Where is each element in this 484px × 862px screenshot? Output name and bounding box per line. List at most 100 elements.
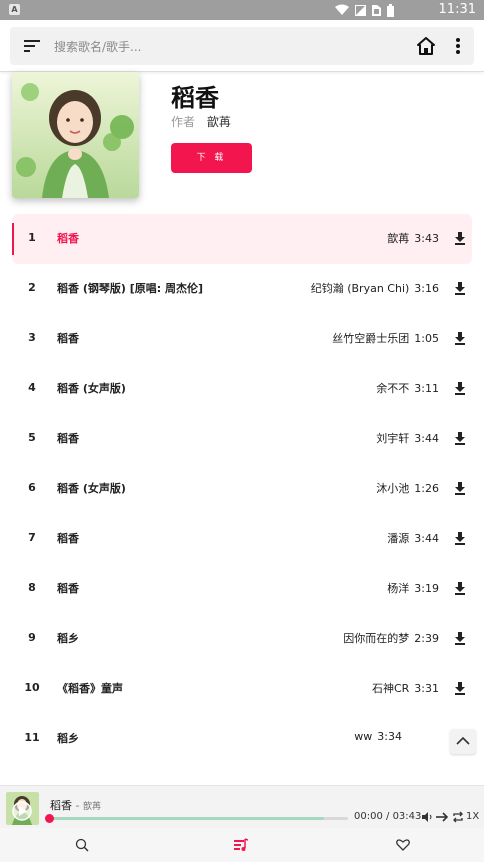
mini-player[interactable]: 稻香 - 歆苒 00:00 / 03:43 1X	[0, 785, 484, 828]
search-bar[interactable]: 搜索歌名/歌手...	[10, 27, 474, 65]
song-artist: ww	[354, 730, 373, 743]
heart-icon[interactable]	[396, 838, 410, 852]
now-playing-separator: -	[72, 799, 83, 812]
more-vertical-icon[interactable]	[450, 37, 466, 55]
song-index: 7	[28, 531, 36, 544]
song-artist: 歆苒	[387, 232, 410, 245]
download-icon[interactable]	[454, 232, 466, 245]
search-header: 搜索歌名/歌手...	[0, 20, 484, 72]
song-index: 4	[28, 381, 36, 394]
song-title: 稻香 (女声版)	[57, 482, 126, 495]
download-icon[interactable]	[454, 382, 466, 395]
song-index: 2	[28, 281, 36, 294]
song-title: 稻香	[57, 582, 79, 595]
download-icon[interactable]	[454, 482, 466, 495]
now-playing: 稻香 - 歆苒	[50, 797, 101, 813]
song-title: 稻乡	[57, 732, 79, 745]
player-cover-image[interactable]	[6, 792, 39, 825]
song-index: 10	[24, 681, 40, 694]
author-line: 作者 歆苒	[171, 113, 231, 130]
download-icon[interactable]	[454, 532, 466, 545]
download-icon[interactable]	[454, 582, 466, 595]
now-playing-artist: 歆苒	[82, 802, 101, 812]
song-row[interactable]: 7 稻香 潘源 3:44	[12, 514, 472, 564]
song-duration: 3:11	[414, 382, 439, 395]
song-row[interactable]: 3 稻香 丝竹空爵士乐团 1:05	[12, 314, 472, 364]
song-artist: 杨洋	[387, 582, 410, 595]
song-index: 1	[28, 231, 36, 244]
download-icon[interactable]	[454, 332, 466, 345]
song-duration: 3:31	[414, 682, 439, 695]
song-row[interactable]: 11 稻乡 ww 3:34	[12, 714, 472, 764]
song-title: 稻香	[57, 232, 79, 245]
song-artist: 沐小池	[376, 482, 410, 495]
song-duration: 3:44	[414, 432, 439, 445]
progress-bar[interactable]	[45, 814, 348, 823]
song-artist: 潘源	[387, 532, 410, 545]
song-row[interactable]: 4 稻香 (女声版) 余不不 3:11	[12, 364, 472, 414]
song-artist: 纪钧瀚 (Bryan Chi)	[310, 282, 410, 295]
song-row[interactable]: 5 稻香 刘宇轩 3:44	[12, 414, 472, 464]
playlist-icon[interactable]	[234, 838, 248, 852]
song-duration: 3:16	[414, 282, 439, 295]
sim-icon	[372, 5, 381, 16]
song-artist: 石神CR	[371, 682, 410, 695]
song-list: 1 稻香 歆苒 3:43 2 稻香 (钢琴版) [原唱: 周杰伦] 纪钧瀚 (Br…	[12, 214, 472, 764]
song-row[interactable]: 1 稻香 歆苒 3:43	[12, 214, 472, 264]
song-row[interactable]: 10 《稻香》童声 石神CR 3:31	[12, 664, 472, 714]
download-button[interactable]: 下 载	[171, 143, 252, 173]
song-artist: 丝竹空爵士乐团	[332, 332, 410, 345]
battery-icon	[387, 3, 394, 17]
menu-icon[interactable]	[24, 39, 40, 53]
total-time: 03:43	[392, 811, 422, 822]
song-row[interactable]: 6 稻香 (女声版) 沐小池 1:26	[12, 464, 472, 514]
chevron-up-icon	[456, 736, 470, 745]
download-icon[interactable]	[454, 682, 466, 695]
song-duration: 3:43	[414, 232, 439, 245]
song-title: 《稻香》童声	[57, 682, 123, 695]
download-icon[interactable]	[454, 282, 466, 295]
song-duration: 3:44	[414, 532, 439, 545]
status-bar: A 11:31	[0, 0, 484, 20]
download-icon[interactable]	[454, 632, 466, 645]
volume-icon[interactable]	[421, 811, 433, 823]
wifi-icon	[335, 4, 349, 15]
elapsed-time: 00:00	[354, 811, 383, 822]
status-time: 11:31	[438, 2, 476, 17]
author-name[interactable]: 歆苒	[207, 115, 231, 129]
song-title: 稻香	[57, 332, 79, 345]
sequential-play-icon[interactable]	[436, 811, 449, 823]
scroll-to-top-button[interactable]	[450, 729, 476, 754]
song-duration: 2:39	[414, 632, 439, 645]
playback-speed[interactable]: 1X	[466, 811, 479, 822]
download-icon[interactable]	[454, 432, 466, 445]
search-input[interactable]: 搜索歌名/歌手...	[54, 38, 142, 55]
signal-icon	[355, 4, 366, 16]
time-readout: 00:00 / 03:43	[354, 811, 422, 822]
song-row[interactable]: 2 稻香 (钢琴版) [原唱: 周杰伦] 纪钧瀚 (Bryan Chi) 3:16	[12, 264, 472, 314]
song-row[interactable]: 9 稻乡 因你而在的梦 2:39	[12, 614, 472, 664]
song-artist: 因你而在的梦	[343, 632, 410, 645]
song-title: 稻乡	[57, 632, 79, 645]
song-duration: 3:34	[377, 730, 402, 743]
song-title: 稻香	[57, 532, 79, 545]
song-index: 11	[24, 731, 40, 744]
song-row[interactable]: 8 稻香 杨洋 3:19	[12, 564, 472, 614]
song-index: 9	[28, 631, 36, 644]
album-title: 稻香	[171, 84, 219, 112]
song-index: 3	[28, 331, 36, 344]
song-duration: 3:19	[414, 582, 439, 595]
song-title: 稻香	[57, 432, 79, 445]
repeat-icon[interactable]	[452, 811, 464, 823]
app-notification-icon: A	[9, 4, 20, 15]
song-title: 稻香 (女声版)	[57, 382, 126, 395]
search-icon[interactable]	[75, 838, 89, 852]
now-playing-title: 稻香	[50, 799, 72, 812]
song-index: 6	[28, 481, 36, 494]
author-label: 作者	[171, 115, 196, 129]
home-icon[interactable]	[416, 36, 436, 56]
bottom-nav	[0, 828, 484, 862]
song-index: 8	[28, 581, 36, 594]
song-title: 稻香 (钢琴版) [原唱: 周杰伦]	[57, 282, 203, 295]
progress-handle[interactable]	[45, 814, 54, 823]
